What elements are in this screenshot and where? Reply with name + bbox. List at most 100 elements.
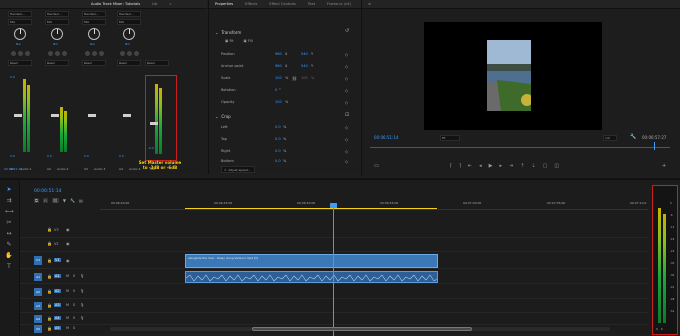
- solo-button[interactable]: S: [73, 303, 75, 307]
- mute-button[interactable]: M: [66, 274, 69, 278]
- mute-solo-buttons[interactable]: [85, 51, 105, 57]
- crop-header[interactable]: ⌄ Crop: [215, 112, 355, 120]
- hand-tool-icon[interactable]: ✋: [5, 252, 13, 260]
- play-icon[interactable]: ▶: [489, 163, 493, 169]
- pan-knob[interactable]: [51, 28, 63, 40]
- tab-audio-mixer[interactable]: Audio Track Mixer: Tutorials: [85, 2, 146, 6]
- mute-button[interactable]: M: [66, 316, 69, 320]
- settings-icon[interactable]: ▭: [374, 163, 379, 169]
- quality-select[interactable]: 1/2: [603, 135, 617, 141]
- add-marker-icon[interactable]: ▼: [63, 198, 66, 203]
- master-mode-select[interactable]: Read: [145, 60, 169, 66]
- playhead-handle[interactable]: [330, 203, 337, 208]
- scroll-thumb[interactable]: [252, 327, 472, 331]
- captions-icon[interactable]: ▤: [79, 198, 83, 203]
- mute-solo-buttons[interactable]: [11, 51, 31, 57]
- tab-effect-controls[interactable]: Effect Controls: [263, 2, 301, 6]
- tab-text[interactable]: Text: [302, 2, 321, 6]
- comparison-view-icon[interactable]: ◫: [554, 163, 559, 169]
- program-canvas[interactable]: [424, 22, 602, 130]
- lift-icon[interactable]: ⇡: [520, 163, 524, 169]
- mode-select[interactable]: Mix: [82, 19, 106, 25]
- voiceover-mic-icon[interactable]: 🎙: [80, 274, 84, 278]
- keyframe-diamond-icon[interactable]: ◇: [345, 76, 348, 81]
- eye-icon[interactable]: ◉: [66, 241, 70, 246]
- automation-read-select[interactable]: Read: [117, 60, 141, 66]
- effect-select[interactable]: Hexdeci...: [117, 11, 141, 17]
- tab-frameio[interactable]: Frame.io (v4): [321, 2, 357, 6]
- step-forward-icon[interactable]: ▸: [499, 163, 502, 169]
- type-tool-icon[interactable]: T: [5, 263, 13, 271]
- mark-out-icon[interactable]: ⌉: [459, 163, 461, 169]
- source-patch-a5[interactable]: A5: [34, 325, 42, 333]
- keyframe-diamond-icon[interactable]: ◇: [345, 159, 348, 164]
- export-frame-icon[interactable]: ▢: [543, 163, 548, 169]
- anchor-x[interactable]: 960: [275, 64, 282, 68]
- master-volume-fader[interactable]: [150, 122, 158, 125]
- keyframe-diamond-icon[interactable]: ◇: [345, 52, 348, 57]
- timeline-playhead[interactable]: [333, 204, 334, 336]
- keyframe-diamond-icon[interactable]: ◇: [345, 125, 348, 130]
- slip-tool-icon[interactable]: ↔: [5, 230, 13, 238]
- mode-select[interactable]: Mix: [8, 19, 32, 25]
- panel-menu-icon[interactable]: ≡: [362, 2, 377, 6]
- mute-solo-buttons[interactable]: [48, 51, 68, 57]
- position-y[interactable]: 540: [301, 52, 308, 56]
- tab-properties[interactable]: Properties: [209, 2, 239, 6]
- keyframe-diamond-icon[interactable]: ◇: [345, 100, 348, 105]
- fill-button[interactable]: ▣ Fill: [244, 39, 253, 43]
- adjust-speed-button[interactable]: ⏱ Adjust speed...: [221, 166, 255, 173]
- volume-fader[interactable]: [14, 114, 22, 117]
- wrench-icon[interactable]: 🔧: [70, 198, 75, 203]
- add-button-icon[interactable]: +: [662, 163, 666, 169]
- pan-knob[interactable]: [14, 28, 26, 40]
- crop-icon[interactable]: ⊡: [345, 112, 349, 118]
- lock-icon[interactable]: 🔒: [47, 303, 52, 308]
- selection-tool-icon[interactable]: ➤: [5, 186, 13, 194]
- go-to-in-icon[interactable]: ⇤: [468, 163, 472, 169]
- solo-button[interactable]: S: [73, 274, 75, 278]
- pen-tool-icon[interactable]: ✎: [5, 241, 13, 249]
- voiceover-mic-icon[interactable]: 🎙: [80, 289, 84, 293]
- fit-select[interactable]: Fit: [440, 135, 460, 141]
- solo-right-button[interactable]: S: [661, 327, 663, 331]
- rotation-value[interactable]: 0: [275, 88, 277, 92]
- keyframe-diamond-icon[interactable]: ◇: [345, 88, 348, 93]
- mode-select[interactable]: Mix: [45, 19, 69, 25]
- extract-icon[interactable]: ⇣: [531, 163, 535, 169]
- automation-read-select[interactable]: Read: [82, 60, 106, 66]
- mute-button[interactable]: M: [66, 289, 69, 293]
- panel-menu-icon[interactable]: »: [163, 2, 177, 6]
- source-patch-a3[interactable]: A3: [34, 302, 42, 310]
- audio-clip[interactable]: [185, 271, 438, 283]
- lock-icon[interactable]: 🔒: [47, 289, 52, 294]
- position-x[interactable]: 960: [275, 52, 282, 56]
- voiceover-mic-icon[interactable]: 🎙: [80, 303, 84, 307]
- time-ruler[interactable]: 00:06:40:00 00:06:45:00 00:06:50:00 00:0…: [100, 198, 648, 210]
- solo-button[interactable]: S: [73, 289, 75, 293]
- keyframe-diamond-icon[interactable]: ◇: [345, 137, 348, 142]
- source-patch-a2[interactable]: A2: [34, 288, 42, 296]
- source-patch-a4[interactable]: A4: [34, 315, 42, 323]
- crop-top-value[interactable]: 0.0: [275, 137, 281, 141]
- track-select-tool-icon[interactable]: ⇉: [5, 197, 13, 205]
- tab-libraries[interactable]: Lib: [146, 2, 163, 6]
- fit-button[interactable]: ▣ Fit: [225, 39, 234, 43]
- voiceover-mic-icon[interactable]: 🎙: [80, 316, 84, 320]
- volume-fader[interactable]: [123, 114, 131, 117]
- eye-icon[interactable]: ◉: [66, 227, 70, 232]
- lock-icon[interactable]: 🔒: [47, 227, 52, 232]
- step-back-icon[interactable]: ◂: [479, 163, 482, 169]
- effect-select[interactable]: Hexdeci...: [8, 11, 32, 17]
- solo-button[interactable]: S: [73, 326, 75, 330]
- eye-icon[interactable]: ◉: [66, 258, 70, 263]
- scale-w[interactable]: 100: [275, 76, 282, 80]
- transform-header[interactable]: ⌄ Transform: [215, 28, 355, 36]
- automation-read-select[interactable]: Read: [45, 60, 69, 66]
- mute-button[interactable]: M: [66, 303, 69, 307]
- horizontal-scrollbar[interactable]: [110, 327, 610, 331]
- volume-fader[interactable]: [51, 114, 59, 117]
- automation-read-select[interactable]: Read: [8, 60, 32, 66]
- linked-selection-icon[interactable]: ⛓: [51, 198, 59, 203]
- mode-select[interactable]: Mix: [117, 19, 141, 25]
